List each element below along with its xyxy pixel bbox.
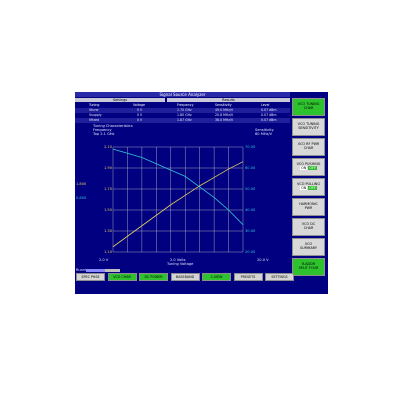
sens-tick-label: 20.00: [245, 250, 256, 254]
softkey-label: CHAR: [303, 106, 314, 111]
col-tuning: Tuning: [89, 103, 100, 107]
softkey-label: PWR: [304, 206, 313, 211]
table-row[interactable]: Vsupply 0 V 1.80 GHz 20.6 MHz/V 0.07 dBm: [75, 113, 290, 118]
bottom-key-c-view[interactable]: C-VIEW: [202, 273, 231, 281]
sens-marker-label: 0.800: [76, 196, 87, 200]
results-header: Results: [167, 98, 290, 102]
x-axis-title: Tuning Voltage: [167, 262, 194, 266]
x-axis-right-label: 20.0 V: [257, 258, 269, 262]
cell-tuning: Vtune: [89, 108, 99, 112]
softkey-vco-tuning[interactable]: VCO TUNING SENSITIVITY: [292, 118, 325, 136]
off-label: OFF: [308, 166, 317, 171]
freq-tick-label: 1.30: [104, 229, 113, 233]
plot-title-3: Top 2.1 GHz: [93, 132, 115, 136]
table-row[interactable]: Vtune 0 V 1.70 GHz 49.0 MHz/V 0.07 dBm: [75, 108, 290, 113]
status-progress-bar: [86, 269, 120, 272]
bottom-key-settings[interactable]: SETTINGS: [265, 273, 294, 281]
softkey-label: SUMMARY: [299, 246, 317, 251]
softkey-label: SENSITIVITY: [298, 126, 319, 131]
col-level: Level: [261, 103, 270, 107]
cell-voltage: 0 V: [137, 113, 143, 117]
window-title: Signal Source Analyzer: [75, 92, 290, 97]
col-sensitivity: Sensitivity: [215, 103, 232, 107]
cell-frequency: 1.87 GHz: [177, 118, 192, 122]
sensitivity-series-line: [112, 148, 244, 225]
sens-tick-label: 60.00: [245, 166, 256, 170]
col-voltage: Voltage: [133, 103, 145, 107]
softkey-vco-pulling[interactable]: VCO PULLING ON OFF: [292, 178, 325, 196]
table-header-row: Tuning Voltage Frequency Sensitivity Lev…: [75, 103, 290, 108]
cell-frequency: 1.70 GHz: [177, 108, 192, 112]
softkey-vco-rf-pwr[interactable]: VCO RF PWR CHAR: [292, 138, 325, 156]
tuning-characteristics-plot: 2.10 1.90 1.70 1.50 1.30 1.10 70.00 60.00 50.00 4…: [104, 145, 256, 254]
cell-level: 0.07 dBm: [261, 108, 277, 112]
freq-marker-label: 1.800: [76, 182, 87, 186]
softkey-vco[interactable]: VCO SUMMARY: [292, 238, 325, 256]
softkey-vco-dc[interactable]: VCO DC CHAR: [292, 218, 325, 236]
softkey-harmonic[interactable]: HARMONIC PWR: [292, 198, 325, 216]
softkey-label: CHAR: [303, 146, 314, 151]
off-label: OFF: [308, 186, 317, 191]
cell-frequency: 1.80 GHz: [177, 113, 192, 117]
freq-tick-label: 1.50: [104, 208, 113, 212]
on-label: ON: [300, 186, 308, 191]
cell-tuning: Vsupply: [89, 113, 102, 117]
bottom-key-baseband[interactable]: BASEBAND: [170, 273, 200, 281]
bottom-key-vco-char[interactable]: VCO CHAR: [107, 273, 137, 281]
analyzer-screen: Signal Source Analyzer Settings Results …: [75, 92, 328, 294]
table-row[interactable]: Vfixed 0 V 1.87 GHz 38.0 MHz/V 0.07 dBm: [75, 118, 290, 123]
sensitivity-caption-2: 80 MHz/V: [255, 132, 273, 136]
on-off-toggle[interactable]: ON OFF: [293, 166, 324, 171]
frequency-series-line: [112, 161, 244, 248]
on-label: ON: [300, 166, 308, 171]
sens-tick-label: 50.00: [245, 187, 256, 191]
bottom-key-dc-power[interactable]: DC POWER: [139, 273, 168, 281]
cell-voltage: 0 V: [137, 108, 143, 112]
cell-sensitivity: 20.6 MHz/V: [215, 113, 234, 117]
cell-level: 0.07 dBm: [261, 118, 277, 122]
softkey-vco-tuning[interactable]: VCO TUNING CHAR: [292, 98, 325, 116]
cell-level: 0.07 dBm: [261, 113, 277, 117]
softkey-label: SPLIT FOUR: [298, 266, 319, 271]
cell-voltage: 0 V: [137, 118, 143, 122]
bottom-key-presets[interactable]: PRESETS: [233, 273, 263, 281]
softkey-vco-pushing[interactable]: VCO PUSHING ON OFF: [292, 158, 325, 176]
bottom-key-spec-phse[interactable]: SPEC PHSE: [76, 273, 105, 281]
x-axis-left-label: 2.0 V: [99, 258, 109, 262]
freq-tick-label: 1.10: [104, 250, 113, 254]
freq-tick-label: 2.10: [104, 145, 113, 149]
sens-tick-label: 30.00: [245, 229, 256, 233]
cell-sensitivity: 49.0 MHz/V: [215, 108, 234, 112]
settings-header: Settings: [75, 98, 165, 102]
status-progress-fill: [86, 269, 105, 272]
cell-sensitivity: 38.0 MHz/V: [215, 118, 234, 122]
cell-tuning: Vfixed: [89, 118, 99, 122]
col-frequency: Frequency: [177, 103, 194, 107]
on-off-toggle[interactable]: ON OFF: [293, 186, 324, 191]
freq-tick-label: 1.70: [104, 187, 113, 191]
sens-tick-label: 70.00: [245, 145, 256, 149]
softkey-label: CHAR: [303, 226, 314, 231]
sens-tick-label: 40.00: [245, 208, 256, 212]
freq-tick-label: 1.90: [104, 166, 113, 170]
softkey-r-addr[interactable]: R-ADDR SPLIT FOUR: [292, 258, 325, 276]
